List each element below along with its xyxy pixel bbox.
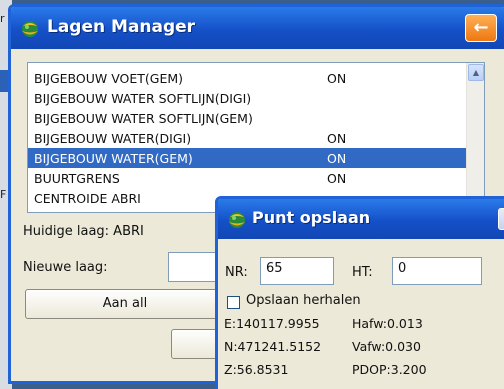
ht-label: HT: <box>352 265 373 280</box>
pdop-value: PDOP:3.200 <box>352 362 427 377</box>
list-scrollbar[interactable]: ▲ <box>466 63 484 212</box>
globe-app-icon <box>22 21 38 37</box>
hafw-value: Hafw:0.013 <box>352 316 423 331</box>
vafw-value: Vafw:0.030 <box>352 339 421 354</box>
layer-status: ON <box>327 151 347 166</box>
layer-name: CENTROIDE ABRI <box>34 191 141 206</box>
layer-list[interactable]: BIJGEBOUW VOET(GEM) ON BIJGEBOUW WATER SOF… <box>27 62 485 213</box>
easting-value: E:140117.9955 <box>224 316 320 331</box>
back-arrow-button[interactable]: ← <box>465 14 497 42</box>
height-value: Z:56.8531 <box>224 362 289 377</box>
desktop-fragment-text: r <box>0 12 5 25</box>
layer-name: BIJGEBOUW VOET(GEM) <box>34 71 184 86</box>
ht-input[interactable]: 0 <box>392 257 482 285</box>
layer-name: BIJGEBOUW WATER SOFTLIJN(DIGI) <box>34 91 252 106</box>
window-title: Lagen Manager <box>47 17 196 37</box>
repeat-save-checkbox[interactable] <box>227 296 240 309</box>
layer-name: BIJGEBOUW WATER SOFTLIJN(GEM) <box>34 111 253 126</box>
desktop-fragment-text: F <box>0 188 7 201</box>
nr-input[interactable]: 65 <box>260 257 334 285</box>
punt-opslaan-titlebar: Punt opslaan <box>218 199 504 239</box>
nr-label: NR: <box>225 265 248 280</box>
new-layer-label: Nieuwe laag: <box>23 260 108 275</box>
current-layer-label: Huidige laag: ABRI <box>23 224 144 239</box>
layer-list-item[interactable]: BIJGEBOUW WATER(GEM) ON <box>28 148 466 168</box>
layer-name: BIJGEBOUW WATER(DIGI) <box>34 131 192 146</box>
repeat-save-label: Opslaan herhalen <box>246 293 361 308</box>
layer-status: ON <box>327 131 347 146</box>
layer-name: BIJGEBOUW WATER(GEM) <box>34 151 193 166</box>
layer-list-item[interactable]: BIJGEBOUW WATER(DIGI) ON <box>28 128 466 148</box>
northing-value: N:471241.5152 <box>224 339 322 354</box>
dialog-title: Punt opslaan <box>252 208 371 227</box>
layer-list-item[interactable]: BUURTGRENS ON <box>28 168 466 188</box>
lagen-manager-titlebar: Lagen Manager ← <box>11 7 504 49</box>
globe-app-icon <box>229 212 245 228</box>
all-on-button[interactable]: Aan all <box>25 289 225 319</box>
punt-opslaan-dialog: Punt opslaan NR: 65 HT: 0 Opslaan herhal… <box>215 196 504 389</box>
layer-list-item[interactable]: BIJGEBOUW WATER SOFTLIJN(DIGI) <box>28 88 466 108</box>
scroll-up-icon[interactable]: ▲ <box>468 64 484 81</box>
layer-name: BUURTGRENS <box>34 171 120 186</box>
close-button[interactable] <box>498 208 504 230</box>
layer-list-item[interactable]: BIJGEBOUW VOET(GEM) ON <box>28 68 466 88</box>
layer-list-item[interactable]: BIJGEBOUW WATER SOFTLIJN(GEM) <box>28 108 466 128</box>
layer-status: ON <box>327 71 347 86</box>
layer-status: ON <box>327 171 347 186</box>
